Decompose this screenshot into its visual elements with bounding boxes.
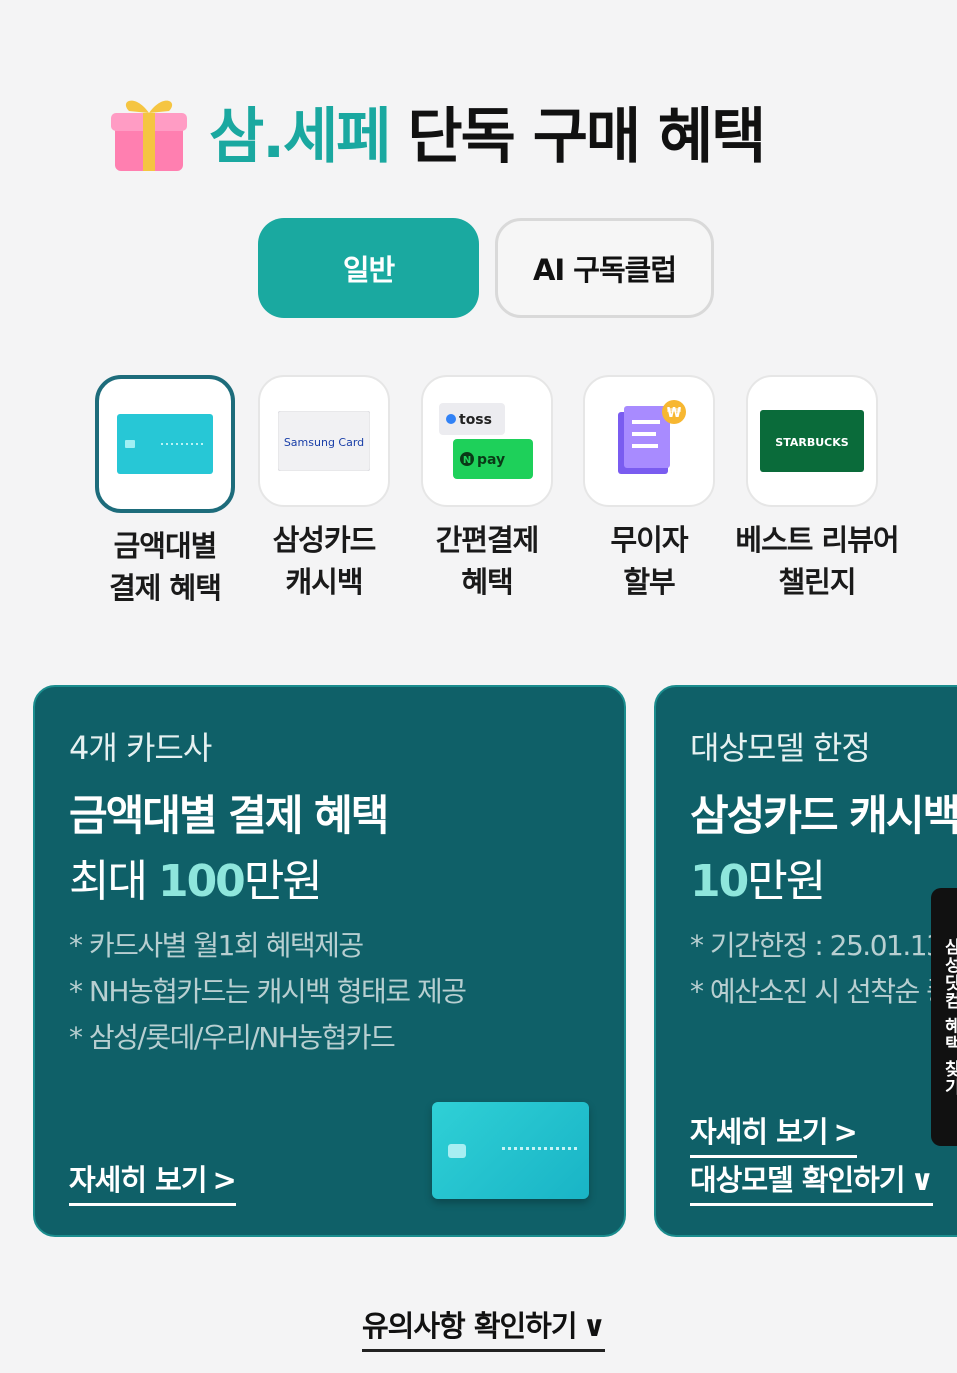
pay-icons: toss N pay: [439, 403, 533, 479]
category-interest-free-installment[interactable]: ₩ 무이자할부: [564, 375, 734, 603]
category-tile[interactable]: Samsung Card: [258, 375, 390, 507]
card-amount: 10만원: [690, 845, 826, 909]
tab-ai-subscription-club[interactable]: AI 구독클럽: [495, 218, 714, 318]
credit-card-icon: [117, 414, 213, 474]
category-label-line2: 결제 혜택: [109, 571, 222, 605]
notice-link-label: 유의사항 확인하기: [362, 1309, 578, 1343]
check-models-label: 대상모델 확인하기: [690, 1163, 906, 1197]
card-amount: 최대 100만원: [69, 845, 323, 909]
amount-number: 10: [690, 856, 749, 907]
card-number-dots: [502, 1147, 577, 1153]
chevron-down-icon: ∨: [910, 1163, 935, 1197]
chevron-down-icon: ∨: [582, 1309, 607, 1343]
starbucks-text: STARBUCKS: [775, 436, 848, 449]
category-samsung-card-cashback[interactable]: Samsung Card 삼성카드캐시백: [239, 375, 409, 603]
category-simple-payment[interactable]: toss N pay 간편결제혜택: [402, 375, 572, 603]
chevron-right-icon: >: [212, 1163, 237, 1197]
details-link-label: 자세히 보기: [690, 1115, 828, 1149]
credit-card-illustration: [432, 1102, 589, 1199]
amount-suffix: 만원: [243, 856, 323, 907]
category-label-line2: 할부: [623, 565, 675, 599]
note-line: * 기간한정 : 25.01.13 ~: [690, 929, 957, 962]
details-link[interactable]: 자세히 보기 >: [69, 1157, 237, 1206]
note-line: * NH농협카드는 캐시백 형태로 제공: [69, 975, 467, 1008]
title-accent: 삼.세페: [209, 101, 391, 172]
details-link-label: 자세히 보기: [69, 1163, 207, 1197]
notice-link[interactable]: 유의사항 확인하기 ∨: [362, 1303, 607, 1352]
card-title: 금액대별 결제 혜택: [69, 791, 389, 840]
starbucks-card-icon: STARBUCKS: [760, 410, 864, 472]
card-chip: [448, 1144, 466, 1158]
chevron-right-icon: >: [833, 1115, 858, 1149]
amount-prefix: 최대: [69, 856, 158, 907]
category-label-line1: 간편결제: [435, 523, 540, 557]
note-line: * 예산소진 시 선착순 종료: [690, 975, 957, 1008]
find-benefits-side-tab[interactable]: 삼성닷컴 혜택 찾기: [931, 888, 957, 1146]
category-amount-payment-benefit[interactable]: 금액대별결제 혜택: [80, 375, 250, 609]
samsung-card-text: Samsung Card: [284, 436, 364, 449]
category-label-line1: 금액대별: [113, 529, 218, 563]
category-tile[interactable]: ₩: [583, 375, 715, 507]
category-tile[interactable]: STARBUCKS: [746, 375, 878, 507]
note-line: * 삼성/롯데/우리/NH농협카드: [69, 1021, 396, 1054]
card-subtitle: 4개 카드사: [69, 729, 212, 767]
category-tile[interactable]: toss N pay: [421, 375, 553, 507]
category-label-line2: 챌린지: [778, 565, 856, 599]
won-badge-text: ₩: [667, 406, 682, 421]
category-label-line1: 무이자: [610, 523, 688, 557]
promo-card-amount-benefit: 4개 카드사 금액대별 결제 혜택 최대 100만원 * 카드사별 월1회 혜택…: [33, 685, 626, 1237]
check-eligible-models-link[interactable]: 대상모델 확인하기 ∨: [690, 1157, 935, 1206]
card-subtitle: 대상모델 한정: [690, 729, 871, 767]
category-label-line2: 캐시백: [285, 565, 363, 599]
tab-general[interactable]: 일반: [258, 218, 479, 318]
promo-card-samsung-cashback: 대상모델 한정 삼성카드 캐시백 10만원 * 기간한정 : 25.01.13 …: [654, 685, 957, 1237]
npay-text: pay: [477, 452, 505, 468]
card-notes: * 카드사별 월1회 혜택제공 * NH농협카드는 캐시백 형태로 제공 * 삼…: [69, 923, 467, 1061]
card-title: 삼성카드 캐시백: [690, 791, 957, 840]
title-text: 단독 구매 혜택: [407, 101, 766, 172]
category-tile[interactable]: [95, 375, 235, 513]
receipt-icon: ₩: [618, 400, 686, 474]
side-tab-label: 삼성닷컴 혜택 찾기: [940, 938, 957, 1096]
note-line: * 카드사별 월1회 혜택제공: [69, 929, 364, 962]
npay-badge-text: N: [463, 455, 471, 466]
category-label-line2: 혜택: [461, 565, 513, 599]
page-title: 삼.세페 단독 구매 혜택: [105, 88, 766, 174]
amount-suffix: 만원: [747, 856, 826, 907]
amount-number: 100: [157, 856, 246, 907]
card-notes: * 기간한정 : 25.01.13 ~ * 예산소진 시 선착순 종료: [690, 923, 957, 1015]
samsung-card-icon: Samsung Card: [278, 411, 370, 471]
toss-text: toss: [459, 412, 492, 428]
category-best-reviewer-challenge[interactable]: STARBUCKS 베스트 리뷰어챌린지: [727, 375, 900, 603]
details-link[interactable]: 자세히 보기 >: [690, 1109, 858, 1158]
category-label-line1: 삼성카드: [272, 523, 377, 557]
category-label-line1: 베스트 리뷰어: [735, 523, 899, 557]
gift-icon: [111, 100, 187, 171]
